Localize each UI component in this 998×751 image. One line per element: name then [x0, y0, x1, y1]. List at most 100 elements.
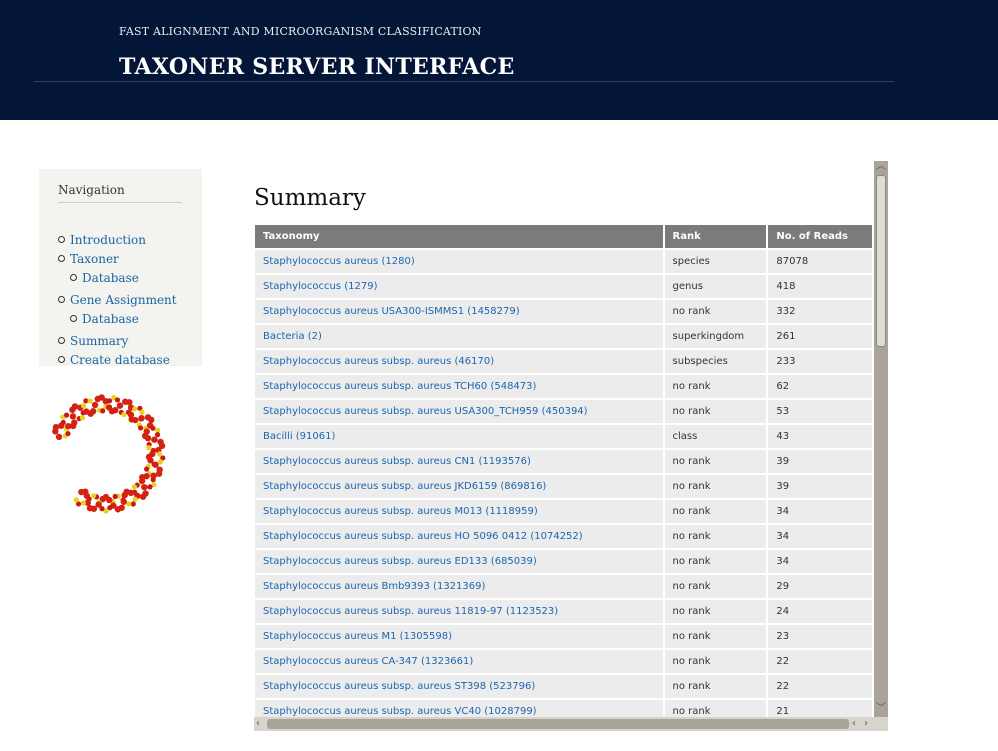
page-title: Summary — [254, 185, 366, 211]
table-row: Staphylococcus aureus Bmb9393 (1321369) n… — [255, 575, 872, 598]
vertical-scrollbar[interactable]: ︿ ﹀ — [874, 161, 888, 717]
vertical-scroll-thumb[interactable] — [876, 175, 886, 347]
rank-cell: class — [664, 425, 767, 448]
sidebar-item-label[interactable]: Taxoner — [70, 252, 119, 266]
table-row: Staphylococcus aureus subsp. aureus CN1 … — [255, 450, 872, 473]
reads-cell: 39 — [768, 475, 872, 498]
reads-cell: 22 — [768, 675, 872, 698]
rank-cell: no rank — [664, 600, 767, 623]
rank-cell: no rank — [664, 650, 767, 673]
taxonomy-link[interactable]: Staphylococcus aureus subsp. aureus USA3… — [255, 400, 663, 423]
rank-cell: no rank — [664, 475, 767, 498]
table-row: Staphylococcus aureus subsp. aureus JKD6… — [255, 475, 872, 498]
taxonomy-link[interactable]: Staphylococcus aureus subsp. aureus ED13… — [255, 550, 663, 573]
rank-cell: no rank — [664, 450, 767, 473]
column-header: No. of Reads — [768, 225, 872, 248]
taxonomy-link[interactable]: Staphylococcus aureus subsp. aureus TCH6… — [255, 375, 663, 398]
rank-cell: no rank — [664, 625, 767, 648]
sidebar-item[interactable]: Introduction — [58, 233, 146, 247]
table-row: Bacilli (91061) class 43 — [255, 425, 872, 448]
taxonomy-link[interactable]: Staphylococcus aureus M1 (1305598) — [255, 625, 663, 648]
taxonomy-link[interactable]: Staphylococcus aureus subsp. aureus HO 5… — [255, 525, 663, 548]
scroll-left-arrow-icon[interactable]: ‹ — [256, 719, 260, 729]
sidebar-item-label[interactable]: Database — [82, 271, 139, 285]
column-header: Taxonomy — [255, 225, 663, 248]
sidebar-item[interactable]: Summary — [58, 334, 128, 348]
reads-cell: 53 — [768, 400, 872, 423]
taxonomy-link[interactable]: Staphylococcus aureus subsp. aureus 1181… — [255, 600, 663, 623]
horizontal-scroll-thumb[interactable] — [267, 719, 849, 729]
table-row: Staphylococcus aureus M1 (1305598) no ran… — [255, 625, 872, 648]
sidebar-item[interactable]: Create database — [58, 353, 170, 367]
reads-cell: 233 — [768, 350, 872, 373]
table-row: Staphylococcus aureus subsp. aureus USA3… — [255, 400, 872, 423]
taxonomy-link[interactable]: Staphylococcus aureus (1280) — [255, 250, 663, 273]
scroll-up-arrow-icon[interactable]: ︿ — [876, 162, 886, 172]
dna-helix-icon — [52, 394, 166, 514]
rank-cell: genus — [664, 275, 767, 298]
taxonomy-link[interactable]: Staphylococcus aureus subsp. aureus M013… — [255, 500, 663, 523]
table-row: Staphylococcus aureus subsp. aureus VC40… — [255, 700, 872, 717]
reads-cell: 39 — [768, 450, 872, 473]
scroll-right-arrow-icon[interactable]: › — [864, 719, 868, 729]
reads-cell: 23 — [768, 625, 872, 648]
reads-cell: 29 — [768, 575, 872, 598]
rank-cell: superkingdom — [664, 325, 767, 348]
taxonomy-link[interactable]: Staphylococcus aureus USA300-ISMMS1 (145… — [255, 300, 663, 323]
taxonomy-link[interactable]: Bacilli (91061) — [255, 425, 663, 448]
taxonomy-link[interactable]: Staphylococcus aureus CA-347 (1323661) — [255, 650, 663, 673]
table-row: Staphylococcus aureus subsp. aureus 1181… — [255, 600, 872, 623]
bullet-icon — [58, 296, 65, 303]
table-row: Staphylococcus aureus subsp. aureus ST39… — [255, 675, 872, 698]
scroll-down-arrow-icon[interactable]: ﹀ — [876, 704, 886, 714]
reads-cell: 34 — [768, 525, 872, 548]
table-row: Staphylococcus aureus CA-347 (1323661) no… — [255, 650, 872, 673]
sidebar-item-label[interactable]: Summary — [70, 334, 128, 348]
site-tagline: FAST ALIGNMENT AND MICROORGANISM CLASSIF… — [119, 25, 482, 38]
reads-cell: 87078 — [768, 250, 872, 273]
rank-cell: subspecies — [664, 350, 767, 373]
reads-cell: 34 — [768, 500, 872, 523]
table-row: Staphylococcus aureus subsp. aureus TCH6… — [255, 375, 872, 398]
navigation-heading: Navigation — [58, 183, 182, 203]
sidebar-item-label[interactable]: Database — [82, 312, 139, 326]
taxonomy-link[interactable]: Staphylococcus aureus subsp. aureus JKD6… — [255, 475, 663, 498]
sidebar-item[interactable]: Database — [70, 312, 139, 326]
table-row: Staphylococcus aureus (1280) species 87078 — [255, 250, 872, 273]
taxonomy-link[interactable]: Staphylococcus (1279) — [255, 275, 663, 298]
taxonomy-link[interactable]: Staphylococcus aureus subsp. aureus ST39… — [255, 675, 663, 698]
taxonomy-link[interactable]: Staphylococcus aureus subsp. aureus VC40… — [255, 700, 663, 717]
scroll-left-arrow-icon[interactable]: ‹ — [852, 719, 856, 729]
reads-cell: 34 — [768, 550, 872, 573]
sidebar-item-label[interactable]: Gene Assignment — [70, 293, 177, 307]
reads-cell: 22 — [768, 650, 872, 673]
rank-cell: no rank — [664, 550, 767, 573]
site-title[interactable]: TAXONER SERVER INTERFACE — [119, 54, 515, 80]
taxonomy-link[interactable]: Staphylococcus aureus subsp. aureus CN1 … — [255, 450, 663, 473]
bullet-icon — [70, 315, 77, 322]
table-header-row: Taxonomy Rank No. of Reads — [255, 225, 872, 248]
sidebar-item[interactable]: Database — [70, 271, 139, 285]
header-divider — [34, 81, 894, 82]
bullet-icon — [70, 274, 77, 281]
sidebar-item[interactable]: Taxoner — [58, 252, 119, 266]
rank-cell: species — [664, 250, 767, 273]
rank-cell: no rank — [664, 525, 767, 548]
sidebar-item-label[interactable]: Introduction — [70, 233, 146, 247]
sidebar-item[interactable]: Gene Assignment — [58, 293, 177, 307]
taxonomy-link[interactable]: Bacteria (2) — [255, 325, 663, 348]
reads-cell: 21 — [768, 700, 872, 717]
bullet-icon — [58, 356, 65, 363]
reads-cell: 261 — [768, 325, 872, 348]
taxonomy-link[interactable]: Staphylococcus aureus Bmb9393 (1321369) — [255, 575, 663, 598]
table-row: Staphylococcus aureus subsp. aureus HO 5… — [255, 525, 872, 548]
rank-cell: no rank — [664, 675, 767, 698]
horizontal-scrollbar[interactable]: ‹ ‹ › — [254, 717, 888, 731]
column-header: Rank — [664, 225, 767, 248]
taxonomy-link[interactable]: Staphylococcus aureus subsp. aureus (461… — [255, 350, 663, 373]
bullet-icon — [58, 236, 65, 243]
table-body: Staphylococcus aureus (1280) species 87078… — [255, 250, 872, 717]
sidebar-item-label[interactable]: Create database — [70, 353, 170, 367]
rank-cell: no rank — [664, 700, 767, 717]
main-content: Summary Taxonomy Rank No. of Reads Staphyl… — [254, 161, 874, 717]
